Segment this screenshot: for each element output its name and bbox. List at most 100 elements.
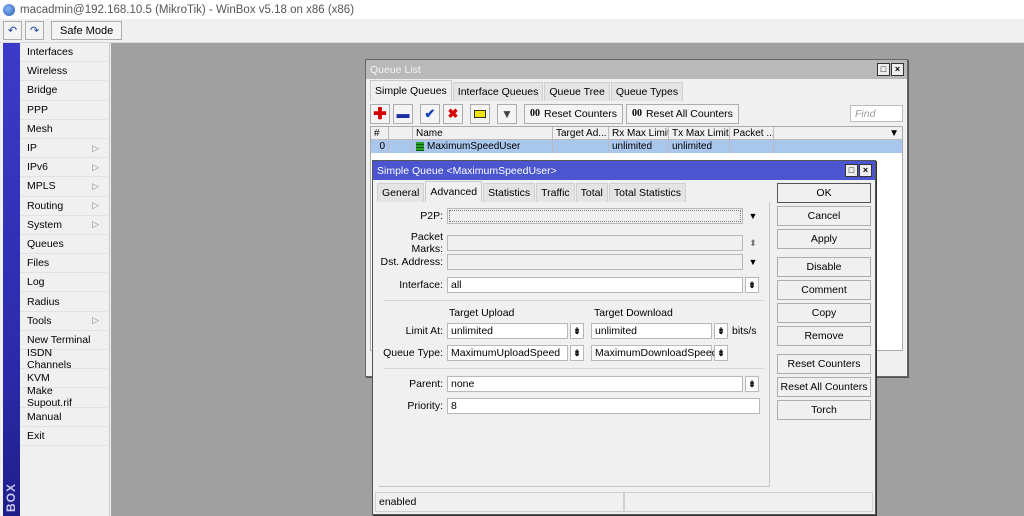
- reset-all-counters-button[interactable]: Reset All Counters: [777, 377, 871, 397]
- cell-target: [553, 140, 609, 153]
- comment-button[interactable]: [470, 103, 490, 124]
- tab-total-statistics[interactable]: Total Statistics: [608, 183, 686, 202]
- sidebar-item-exit[interactable]: Exit: [20, 427, 107, 446]
- disable-button[interactable]: Disable: [777, 257, 871, 277]
- torch-button[interactable]: Torch: [777, 400, 871, 420]
- sidebar-item-log[interactable]: Log: [20, 273, 107, 293]
- reset-all-counters-button[interactable]: 00 Reset All Counters: [625, 103, 739, 124]
- queue-type-download-field[interactable]: MaximumDownloadSpeed: [591, 345, 718, 361]
- col-num[interactable]: #: [371, 127, 389, 139]
- sidebar-item-label: Files: [27, 257, 50, 270]
- packet-marks-label: Packet Marks:: [410, 231, 443, 255]
- find-input[interactable]: Find: [850, 105, 903, 122]
- sidebar-item-label: System: [27, 218, 63, 231]
- apply-button[interactable]: Apply: [777, 229, 871, 249]
- limit-at-upload-dropdown[interactable]: ⇟: [570, 323, 584, 339]
- dropdown-arrow-icon: ⇟: [573, 325, 581, 336]
- dst-address-field[interactable]: [447, 254, 743, 270]
- cancel-button[interactable]: Cancel: [777, 206, 871, 226]
- disable-button[interactable]: ✖: [443, 103, 463, 124]
- tab-total[interactable]: Total: [575, 183, 608, 202]
- sidebar-item-interfaces[interactable]: Interfaces: [20, 43, 107, 63]
- redo-button[interactable]: ↷: [25, 21, 44, 40]
- sidebar-item-queues[interactable]: Queues: [20, 235, 107, 255]
- tab-simple-queues[interactable]: Simple Queues: [370, 80, 452, 101]
- p2p-label: P2P:: [420, 210, 443, 222]
- sidebar-item-radius[interactable]: Radius: [20, 292, 107, 312]
- interface-dropdown[interactable]: ⇟: [745, 277, 759, 293]
- ok-button[interactable]: OK: [777, 183, 871, 203]
- sidebar-item-mpls[interactable]: MPLS ▷: [20, 177, 107, 197]
- enable-button[interactable]: ✔: [420, 103, 440, 124]
- maximize-button[interactable]: □: [845, 164, 858, 177]
- sidebar-item-tools[interactable]: Tools ▷: [20, 312, 107, 331]
- tab-queue-tree[interactable]: Queue Tree: [544, 82, 610, 101]
- sidebar-item-label: Tools: [27, 314, 52, 327]
- sidebar-item-mesh[interactable]: Mesh: [20, 120, 107, 139]
- tab-interface-queues[interactable]: Interface Queues: [452, 82, 544, 101]
- table-row[interactable]: 0 MaximumSpeedUser unlimited unlimited: [371, 140, 902, 153]
- tab-general[interactable]: General: [377, 183, 425, 202]
- sidebar-item-routing[interactable]: Routing ▷: [20, 197, 107, 216]
- col-flag[interactable]: [389, 127, 413, 139]
- sidebar-item-files[interactable]: Files: [20, 254, 107, 274]
- tab-traffic[interactable]: Traffic: [536, 183, 575, 202]
- sidebar-item-ip[interactable]: IP ▷: [20, 139, 107, 159]
- cell-num: 0: [371, 140, 389, 153]
- sidebar-item-isdn-channels[interactable]: ISDN Channels: [20, 347, 107, 371]
- queue-type-upload-field[interactable]: MaximumUploadSpeed: [447, 345, 568, 361]
- safe-mode-button[interactable]: Safe Mode: [51, 21, 123, 40]
- sidebar-item-ipv6[interactable]: IPv6 ▷: [20, 158, 107, 178]
- sidebar-item-ppp[interactable]: PPP: [20, 101, 107, 120]
- queue-list-titlebar[interactable]: Queue List □ ×: [366, 60, 907, 79]
- sidebar-item-system[interactable]: System ▷: [20, 216, 107, 235]
- col-name[interactable]: Name: [413, 127, 553, 139]
- simple-queue-titlebar[interactable]: Simple Queue <MaximumSpeedUser> □ ×: [373, 161, 875, 180]
- remove-button[interactable]: Remove: [777, 326, 871, 346]
- target-download-header: Target Download: [594, 307, 673, 319]
- sidebar-item-manual[interactable]: Manual: [20, 408, 107, 427]
- limit-at-upload-field[interactable]: unlimited: [447, 323, 568, 339]
- queue-type-download-dropdown[interactable]: ⇟: [714, 345, 728, 361]
- submenu-arrow-icon: ▷: [92, 315, 99, 326]
- maximize-button[interactable]: □: [877, 63, 890, 76]
- col-target[interactable]: Target Ad...: [553, 127, 609, 139]
- filter-icon: ▼: [501, 106, 513, 121]
- limit-at-download-dropdown[interactable]: ⇟: [714, 323, 728, 339]
- dropdown-arrow-icon: ▼: [748, 211, 758, 221]
- priority-field[interactable]: 8: [447, 398, 760, 414]
- filter-button[interactable]: ▼: [497, 103, 517, 124]
- packet-marks-spinner[interactable]: ⬍: [746, 235, 760, 251]
- dst-address-dropdown[interactable]: ▼: [746, 254, 760, 270]
- sidebar-item-make-supout-rif[interactable]: Make Supout.rif: [20, 385, 107, 409]
- col-packet[interactable]: Packet ...: [730, 127, 774, 139]
- col-tx-max[interactable]: Tx Max Limit: [669, 127, 730, 139]
- remove-button[interactable]: ▬: [393, 103, 413, 124]
- limit-at-label: Limit At:: [405, 325, 443, 337]
- sidebar-item-wireless[interactable]: Wireless: [20, 62, 107, 82]
- queue-type-upload-dropdown[interactable]: ⇟: [570, 345, 584, 361]
- tab-queue-types[interactable]: Queue Types: [610, 82, 684, 101]
- sidebar-item-bridge[interactable]: Bridge: [20, 81, 107, 101]
- reset-counters-button[interactable]: 00 Reset Counters: [524, 103, 623, 124]
- window-title: macadmin@192.168.10.5 (MikroTik) - WinBo…: [20, 3, 355, 16]
- tab-advanced[interactable]: Advanced: [425, 181, 483, 202]
- close-button[interactable]: ×: [859, 164, 872, 177]
- tab-statistics[interactable]: Statistics: [483, 183, 536, 202]
- undo-button[interactable]: ↶: [3, 21, 22, 40]
- packet-marks-field[interactable]: [447, 235, 743, 251]
- p2p-field[interactable]: [447, 208, 743, 224]
- p2p-dropdown[interactable]: ▼: [746, 208, 760, 224]
- column-menu-button[interactable]: ▼: [774, 127, 902, 139]
- dropdown-arrow-icon: ▼: [889, 127, 899, 139]
- copy-button[interactable]: Copy: [777, 303, 871, 323]
- parent-field[interactable]: none: [447, 376, 743, 392]
- interface-field[interactable]: all: [447, 277, 743, 293]
- comment-button[interactable]: Comment: [777, 280, 871, 300]
- reset-counters-button[interactable]: Reset Counters: [777, 354, 871, 374]
- parent-dropdown[interactable]: ⇟: [745, 376, 759, 392]
- col-rx-max[interactable]: Rx Max Limit: [609, 127, 669, 139]
- limit-at-download-field[interactable]: unlimited: [591, 323, 712, 339]
- close-button[interactable]: ×: [891, 63, 904, 76]
- add-button[interactable]: ✚: [370, 103, 390, 124]
